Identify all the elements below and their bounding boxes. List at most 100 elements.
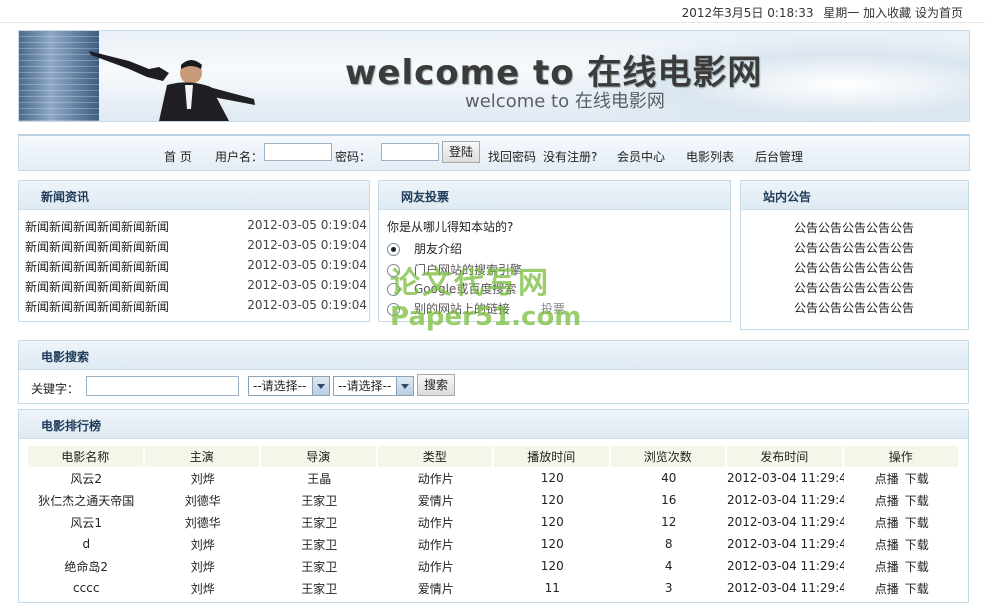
ranking-table: 电影名称 主演 导演 类型 播放时间 浏览次数 发布时间 操作 风云2 刘烨 王… <box>28 446 960 599</box>
chevron-down-icon[interactable] <box>396 377 413 395</box>
movie-list-link[interactable]: 电影列表 <box>686 148 734 165</box>
play-link[interactable]: 点播 <box>875 538 899 552</box>
movie-name-cell[interactable]: 绝命岛2 <box>28 555 145 577</box>
member-center-link[interactable]: 会员中心 <box>617 148 665 165</box>
duration-cell: 120 <box>540 471 564 485</box>
login-button[interactable]: 登陆 <box>442 141 480 163</box>
news-item-title[interactable]: 新闻新闻新闻新闻新闻新闻 <box>25 298 169 315</box>
password-input[interactable] <box>381 143 439 161</box>
news-item[interactable]: 新闻新闻新闻新闻新闻新闻 2012-03-05 0:19:04 <box>25 238 367 256</box>
top-bar-right: 2012年3月5日 0:18:33 星期一 加入收藏 设为首页 <box>676 4 963 21</box>
movie-name-cell[interactable]: 狄仁杰之通天帝国 <box>28 489 145 511</box>
password-label: 密码： <box>335 150 372 164</box>
table-row: 狄仁杰之通天帝国 刘德华 王家卫 爱情片 120 16 2012-03-04 1… <box>28 489 960 511</box>
actions-cell: 点播 下载 <box>844 467 961 489</box>
actor-cell: 刘德华 <box>184 515 221 530</box>
column-header: 电影名称 <box>28 446 145 467</box>
views-cell: 8 <box>664 537 673 551</box>
news-item-title[interactable]: 新闻新闻新闻新闻新闻新闻 <box>25 258 169 275</box>
ranking-header: 电影排行榜 <box>19 410 968 439</box>
play-link[interactable]: 点播 <box>875 472 899 486</box>
poll-option[interactable]: Google或百度搜索 <box>387 280 516 298</box>
radio-button[interactable] <box>387 283 400 296</box>
set-homepage-link[interactable]: 设为首页 <box>915 6 963 20</box>
views-cell: 16 <box>661 493 677 507</box>
download-link[interactable]: 下载 <box>905 516 929 530</box>
username-input[interactable] <box>264 143 332 161</box>
news-panel: 新闻资讯 新闻新闻新闻新闻新闻新闻 2012-03-05 0:19:04 新闻新… <box>18 180 370 322</box>
news-item-title[interactable]: 新闻新闻新闻新闻新闻新闻 <box>25 278 169 295</box>
duration-cell: 120 <box>540 515 564 529</box>
poll-title: 网友投票 <box>401 190 450 204</box>
poll-header: 网友投票 <box>379 181 730 210</box>
poll-option-label: Google或百度搜索 <box>414 282 517 296</box>
actor-cell: 刘烨 <box>190 471 215 486</box>
news-item-title[interactable]: 新闻新闻新闻新闻新闻新闻 <box>25 218 169 235</box>
play-link[interactable]: 点播 <box>875 494 899 508</box>
notice-item[interactable]: 公告公告公告公告公告 <box>741 279 967 296</box>
views-cell: 4 <box>664 559 673 573</box>
actions-cell: 点播 下载 <box>844 555 961 577</box>
poll-option[interactable]: 朋友介绍 <box>387 240 462 258</box>
category-select[interactable]: --请选择-- <box>248 376 330 396</box>
actor-cell: 刘烨 <box>190 537 215 552</box>
download-link[interactable]: 下载 <box>905 494 929 508</box>
download-link[interactable]: 下载 <box>905 582 929 596</box>
search-button[interactable]: 搜索 <box>417 374 455 396</box>
notice-item[interactable]: 公告公告公告公告公告 <box>741 219 967 236</box>
find-password-link[interactable]: 找回密码 <box>488 148 536 165</box>
weekday-text: 星期一 <box>823 6 860 20</box>
table-row: 绝命岛2 刘烨 王家卫 动作片 120 4 2012-03-04 11:29:4… <box>28 555 960 577</box>
column-header: 操作 <box>843 446 960 467</box>
views-cell: 40 <box>661 471 677 485</box>
genre-cell: 动作片 <box>417 537 454 552</box>
notice-item[interactable]: 公告公告公告公告公告 <box>741 299 967 316</box>
notice-title: 站内公告 <box>763 190 812 204</box>
publish-time-cell: 2012-03-04 11:29:47 <box>727 493 844 507</box>
play-link[interactable]: 点播 <box>875 560 899 574</box>
radio-button[interactable] <box>387 243 400 256</box>
news-item-title[interactable]: 新闻新闻新闻新闻新闻新闻 <box>25 238 169 255</box>
site-banner: welcome to 在线电影网 welcome to 在线电影网 <box>18 30 970 122</box>
username-label: 用户名： <box>215 150 264 164</box>
ranking-title: 电影排行榜 <box>41 419 102 433</box>
radio-button[interactable] <box>387 264 400 277</box>
column-header: 浏览次数 <box>610 446 727 467</box>
chevron-down-icon[interactable] <box>312 377 329 395</box>
play-link[interactable]: 点播 <box>875 582 899 596</box>
news-item[interactable]: 新闻新闻新闻新闻新闻新闻 2012-03-05 0:19:04 <box>25 218 367 236</box>
notice-item[interactable]: 公告公告公告公告公告 <box>741 239 967 256</box>
news-item[interactable]: 新闻新闻新闻新闻新闻新闻 2012-03-05 0:19:04 <box>25 258 367 276</box>
keyword-input[interactable] <box>86 376 239 396</box>
admin-link[interactable]: 后台管理 <box>755 148 803 165</box>
search-header: 电影搜索 <box>19 341 968 370</box>
notice-item[interactable]: 公告公告公告公告公告 <box>741 259 967 276</box>
movie-name-cell[interactable]: d <box>28 533 145 555</box>
radio-button[interactable] <box>387 303 400 316</box>
download-link[interactable]: 下载 <box>905 472 929 486</box>
register-link[interactable]: 没有注册? <box>543 148 597 165</box>
nav-home-link[interactable]: 首 页 <box>164 148 192 165</box>
movie-name-cell[interactable]: 风云1 <box>28 511 145 533</box>
table-row: 风云2 刘烨 王晶 动作片 120 40 2012-03-04 11:29:47… <box>28 467 960 489</box>
poll-option[interactable]: 门户网站的搜索引擎 <box>387 261 522 279</box>
play-link[interactable]: 点播 <box>875 516 899 530</box>
genre-cell: 爱情片 <box>417 493 454 508</box>
banner-subtitle: welcome to 在线电影网 <box>465 91 665 112</box>
poll-option[interactable]: 别的网站上的链接 <box>387 300 510 318</box>
news-item[interactable]: 新闻新闻新闻新闻新闻新闻 2012-03-05 0:19:04 <box>25 278 367 296</box>
news-item-date: 2012-03-05 0:19:04 <box>247 258 367 272</box>
keyword-label: 关键字： <box>31 382 80 396</box>
news-item[interactable]: 新闻新闻新闻新闻新闻新闻 2012-03-05 0:19:04 <box>25 298 367 316</box>
nav-login-bar: 首 页 用户名： 密码： 登陆 找回密码 没有注册? 会员中心 电影列表 后台管… <box>18 134 970 171</box>
download-link[interactable]: 下载 <box>905 560 929 574</box>
type-select[interactable]: --请选择-- <box>333 376 414 396</box>
download-link[interactable]: 下载 <box>905 538 929 552</box>
movie-name-cell[interactable]: 风云2 <box>28 467 145 489</box>
vote-button[interactable]: 投票 <box>541 300 565 317</box>
genre-cell: 动作片 <box>417 559 454 574</box>
notice-panel: 站内公告 公告公告公告公告公告 公告公告公告公告公告 公告公告公告公告公告 公告… <box>740 180 969 330</box>
bookmark-link[interactable]: 加入收藏 <box>863 6 911 20</box>
actor-cell: 刘德华 <box>184 493 221 508</box>
duration-cell: 120 <box>540 537 564 551</box>
